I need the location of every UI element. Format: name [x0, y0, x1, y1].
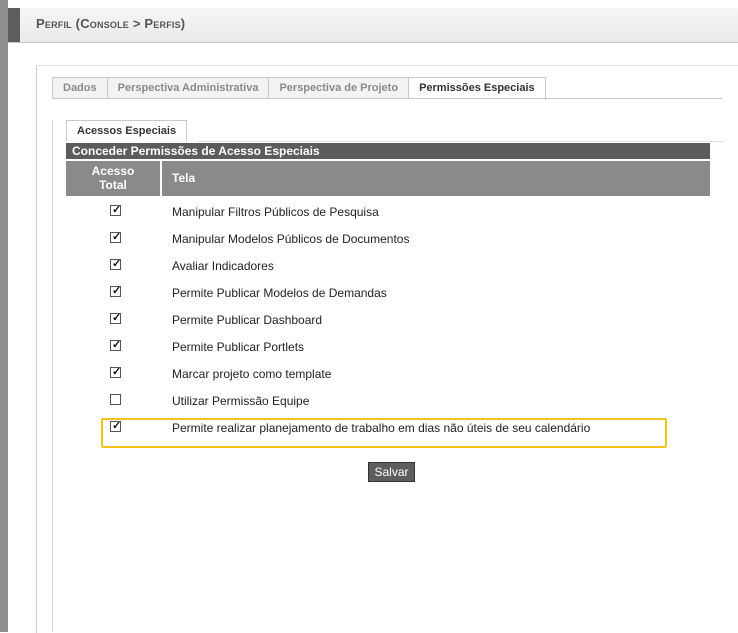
checkmark-icon: ✓	[112, 231, 122, 243]
subtab-acessos-especiais[interactable]: Acessos Especiais	[66, 120, 188, 141]
table-row: ✓ Permite Publicar Dashboard	[66, 307, 710, 333]
access-checkbox[interactable]: ✓	[110, 204, 122, 216]
column-header-acesso-total: Acesso Total	[66, 161, 160, 196]
row-label: Permite Publicar Modelos de Demandas	[172, 286, 387, 300]
tabs-divider	[52, 98, 722, 99]
checkmark-icon: ✓	[112, 339, 122, 351]
tab-perspectiva-administrativa[interactable]: Perspectiva Administrativa	[107, 77, 270, 98]
checkmark-icon: ✓	[112, 366, 122, 378]
tab-dados[interactable]: Dados	[52, 77, 108, 98]
access-checkbox[interactable]: ✓	[110, 285, 122, 297]
column-header-tela: Tela	[162, 161, 710, 196]
checkmark-icon: ✓	[112, 204, 122, 216]
table-row: ✓ Manipular Modelos Públicos de Documento…	[66, 226, 710, 252]
access-checkbox[interactable]: ✓	[110, 312, 122, 324]
checkmark-icon: ✓	[112, 312, 122, 324]
access-checkbox[interactable]: ✓	[110, 366, 122, 378]
page-title: Perfil (Console > Perfis)	[36, 16, 186, 31]
column-header-acesso-total-label: Acesso Total	[91, 164, 135, 192]
table-row: ✓ Avaliar Indicadores	[66, 253, 710, 279]
checkmark-icon: ✓	[112, 285, 122, 297]
main-tabs: Dados Perspectiva Administrativa Perspec…	[52, 77, 546, 100]
section-header: Conceder Permissões de Acesso Especiais	[66, 143, 710, 159]
access-checkbox[interactable]: ✓	[110, 339, 122, 351]
row-label: Utilizar Permissão Equipe	[172, 394, 310, 408]
row-label: Marcar projeto como template	[172, 367, 332, 381]
save-button[interactable]: Salvar	[368, 462, 415, 482]
table-row: ✓ Marcar projeto como template	[66, 361, 710, 387]
row-label: Permite Publicar Portlets	[172, 340, 305, 354]
left-edge-bar	[0, 0, 8, 632]
table-row: Utilizar Permissão Equipe	[66, 388, 710, 414]
tab-permissoes-especiais[interactable]: Permissões Especiais	[409, 77, 546, 100]
row-label: Manipular Filtros Públicos de Pesquisa	[172, 205, 379, 219]
row-label: Permite Publicar Dashboard	[172, 313, 323, 327]
row-label: Manipular Modelos Públicos de Documentos	[172, 232, 410, 246]
table-row: ✓ Manipular Filtros Públicos de Pesquisa	[66, 199, 710, 225]
checkmark-icon: ✓	[112, 258, 122, 270]
panel-left-border	[52, 120, 53, 632]
table-row: ✓ Permite Publicar Modelos de Demandas	[66, 280, 710, 306]
title-accent	[8, 8, 20, 42]
subtab-divider	[198, 141, 724, 142]
highlight-box	[101, 418, 667, 448]
access-checkbox[interactable]: ✓	[110, 231, 122, 243]
tab-perspectiva-de-projeto[interactable]: Perspectiva de Projeto	[269, 77, 410, 98]
table-row: ✓ Permite Publicar Portlets	[66, 334, 710, 360]
row-label: Avaliar Indicadores	[172, 259, 274, 273]
access-checkbox[interactable]: ✓	[110, 258, 122, 270]
access-checkbox[interactable]	[110, 394, 121, 405]
